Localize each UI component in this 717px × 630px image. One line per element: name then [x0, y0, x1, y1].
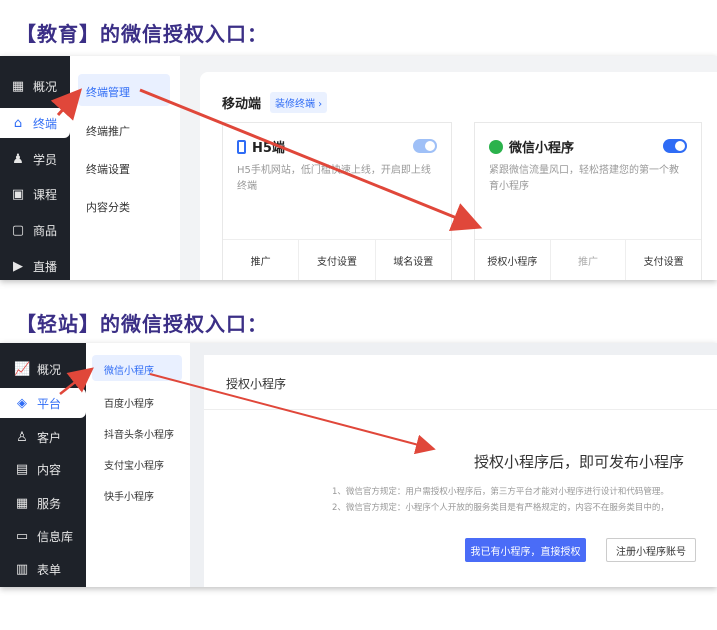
rule-2: 2、微信官方规定：小程序个人开放的服务类目是有严格规定的，内容不在服务类目中的，	[332, 503, 669, 513]
register-miniprogram-button[interactable]: 注册小程序账号	[606, 538, 696, 562]
course-icon: ▣	[11, 187, 25, 202]
nav-label: 直播	[33, 260, 58, 274]
authorize-panel: 授权小程序 授权小程序后，即可发布小程序 1、微信官方规定：用户需授权小程序后，…	[204, 355, 717, 587]
nav-customers[interactable]: ♙ 客户	[14, 429, 61, 446]
authorize-miniprogram-button[interactable]: 授权小程序	[475, 240, 551, 280]
edu-sub-nav: 终端管理 终端推广 终端设置 内容分类	[70, 56, 180, 280]
nav-forms[interactable]: ▥ 表单	[14, 561, 61, 578]
h5-card: H5端 H5手机网站，低门槛快速上线，开启即上线 终端 推广 支付设置 域名设置	[222, 122, 452, 280]
live-icon: ▶	[13, 259, 23, 274]
h5-payment-settings-button[interactable]: 支付设置	[299, 240, 376, 280]
h5-domain-settings-button[interactable]: 域名设置	[376, 240, 451, 280]
wechat-miniprogram-icon	[489, 139, 503, 154]
chart-icon: 📈	[14, 362, 31, 377]
edu-heading: 【教育】的微信授权入口：	[16, 22, 268, 46]
nav-label: 商品	[33, 224, 58, 238]
h5-desc-line1: H5手机网站，低门槛快速上线，开启即上线	[237, 165, 431, 176]
h5-promote-button[interactable]: 推广	[223, 240, 300, 280]
nav-label: 终端	[33, 116, 58, 131]
nav-label: 服务	[37, 497, 62, 511]
qingzhan-main-nav: 📈 概况 ◈ 平台 ♙ 客户 ▤ 内容 ▦ 服务 ▭ 信息库 ▥ 表单	[0, 343, 86, 587]
subnav-terminal-promote[interactable]: 终端推广	[86, 123, 130, 139]
nav-label: 平台	[37, 396, 62, 411]
authorize-existing-button[interactable]: 我已有小程序，直接授权	[465, 538, 586, 562]
authorize-headline: 授权小程序后，即可发布小程序	[474, 453, 685, 471]
miniprogram-toggle[interactable]	[663, 139, 687, 153]
h5-desc-line2: 终端	[237, 181, 257, 192]
subnav-wechat-miniprogram[interactable]: 微信小程序	[92, 355, 182, 381]
product-icon: ▢	[11, 223, 25, 238]
section-title: 移动端	[222, 97, 262, 112]
qingzhan-sub-nav: 微信小程序 百度小程序 抖音头条小程序 支付宝小程序 快手小程序	[86, 343, 190, 587]
h5-title-text: H5端	[252, 141, 285, 156]
subnav-alipay-miniprogram[interactable]: 支付宝小程序	[104, 457, 164, 472]
message-icon: ▭	[15, 529, 29, 544]
miniprogram-title-text: 微信小程序	[509, 141, 575, 156]
nav-label: 概况	[37, 363, 62, 377]
miniprogram-desc-line1: 紧跟微信流量风口，轻松搭建您的第一个教	[489, 165, 679, 176]
nav-students[interactable]: ♟ 学员	[10, 151, 57, 168]
h5-card-actions: 推广 支付设置 域名设置	[223, 239, 451, 280]
nav-label: 客户	[37, 431, 62, 445]
nav-label: 学员	[33, 153, 58, 167]
h5-card-desc: H5手机网站，低门槛快速上线，开启即上线 终端	[237, 163, 431, 195]
panel-title: 授权小程序	[226, 377, 287, 391]
grid-icon: ▦	[11, 79, 25, 94]
store-icon: ⌂	[13, 115, 23, 131]
document-icon: ▤	[15, 462, 29, 477]
nav-products[interactable]: ▢ 商品	[10, 222, 57, 239]
h5-card-title: H5端	[237, 137, 285, 156]
subnav-content-category[interactable]: 内容分类	[86, 199, 130, 215]
h5-toggle[interactable]	[413, 139, 437, 153]
edu-main-nav: ▦ 概况 ⌂ 终端 ♟ 学员 ▣ 课程 ▢ 商品 ▶ 直播	[0, 56, 70, 280]
phone-icon	[237, 139, 246, 154]
miniprogram-card-title: 微信小程序	[489, 137, 574, 156]
service-icon: ▦	[15, 496, 29, 511]
nav-info-library[interactable]: ▭ 信息库	[14, 528, 73, 545]
edu-screenshot: ▦ 概况 ⌂ 终端 ♟ 学员 ▣ 课程 ▢ 商品 ▶ 直播 终端管理 终端推广 …	[0, 56, 717, 280]
decorate-terminal-tag[interactable]: 装修终端 ›	[270, 92, 328, 113]
nav-label: 课程	[33, 188, 58, 202]
miniprogram-desc-line2: 育小程序	[489, 181, 529, 192]
subnav-kuaishou-miniprogram[interactable]: 快手小程序	[104, 488, 154, 503]
rule-1: 1、微信官方规定：用户需授权小程序后，第三方平台才能对小程序进行设计和代码管理。	[332, 487, 669, 497]
nav-live[interactable]: ▶ 直播	[10, 258, 57, 275]
miniprogram-promote-button[interactable]: 推广	[551, 240, 627, 280]
nav-overview[interactable]: ▦ 概况	[10, 78, 57, 95]
subnav-terminal-manage[interactable]: 终端管理	[78, 74, 170, 106]
qingzhan-heading: 【轻站】的微信授权入口：	[16, 312, 268, 336]
subnav-baidu-miniprogram[interactable]: 百度小程序	[104, 395, 154, 410]
nav-label: 内容	[37, 463, 62, 477]
miniprogram-card-desc: 紧跟微信流量风口，轻松搭建您的第一个教 育小程序	[489, 163, 679, 195]
nav-label: 信息库	[37, 530, 74, 544]
qingzhan-screenshot: 📈 概况 ◈ 平台 ♙ 客户 ▤ 内容 ▦ 服务 ▭ 信息库 ▥ 表单 微信小程…	[0, 343, 717, 587]
mobile-panel: 移动端 装修终端 › H5端 H5手机网站，低门槛快速上线，开启即上线 终端 推…	[200, 72, 717, 280]
nav-terminal[interactable]: ⌂ 终端	[0, 108, 70, 138]
form-icon: ▥	[15, 562, 29, 577]
panel-divider	[204, 409, 717, 410]
nav-content[interactable]: ▤ 内容	[14, 461, 61, 478]
nav-overview[interactable]: 📈 概况	[14, 361, 61, 378]
nav-courses[interactable]: ▣ 课程	[10, 186, 57, 203]
layers-icon: ◈	[17, 395, 27, 411]
miniprogram-payment-settings-button[interactable]: 支付设置	[626, 240, 701, 280]
subnav-douyin-miniprogram[interactable]: 抖音头条小程序	[104, 426, 174, 441]
subnav-terminal-settings[interactable]: 终端设置	[86, 161, 130, 177]
nav-services[interactable]: ▦ 服务	[14, 495, 61, 512]
miniprogram-card: 微信小程序 紧跟微信流量风口，轻松搭建您的第一个教 育小程序 授权小程序 推广 …	[474, 122, 702, 280]
nav-platform[interactable]: ◈ 平台	[0, 388, 86, 418]
miniprogram-card-actions: 授权小程序 推广 支付设置	[475, 239, 701, 280]
users-icon: ♟	[12, 152, 24, 167]
user-icon: ♙	[16, 430, 28, 445]
nav-label: 概况	[33, 80, 58, 94]
nav-label: 表单	[37, 563, 62, 577]
